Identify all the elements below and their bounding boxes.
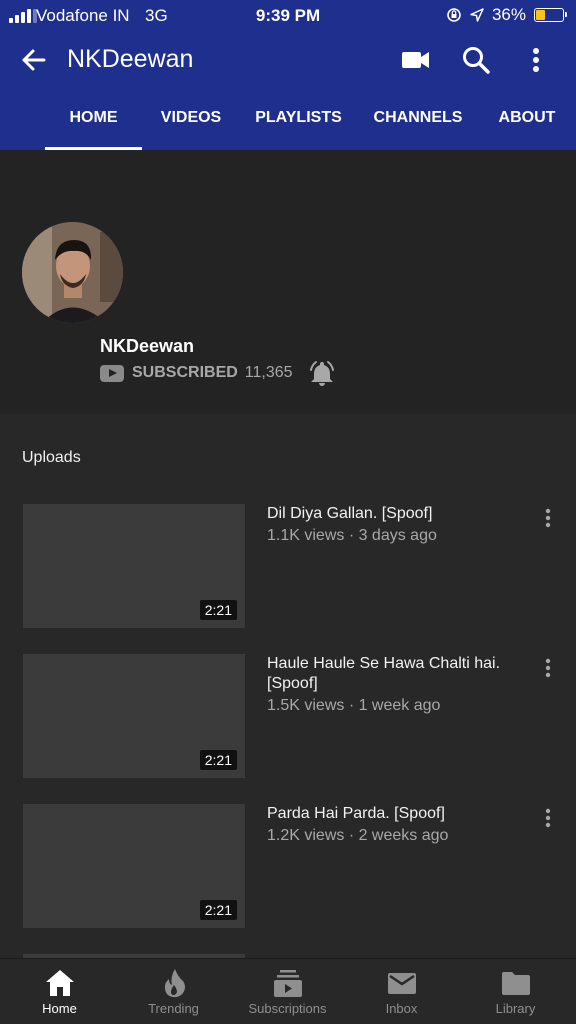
- video-thumbnail[interactable]: 2:21: [23, 804, 245, 928]
- video-title[interactable]: Haule Haule Se Hawa Chalti hai. [Spoof]: [267, 654, 517, 694]
- video-item[interactable]: 2:21 Parda Hai Parda. [Spoof] 1.2K views…: [0, 804, 576, 930]
- video-thumbnail[interactable]: 2:21: [23, 504, 245, 628]
- folder-icon: [501, 972, 530, 995]
- battery-percent: 36%: [491, 5, 526, 24]
- tab-about[interactable]: ABOUT: [488, 98, 566, 150]
- video-meta: 1.5K views · 1 week ago: [267, 697, 441, 714]
- video-title[interactable]: Dil Diya Gallan. [Spoof]: [267, 504, 517, 524]
- section-title: Uploads: [22, 449, 81, 466]
- search-icon[interactable]: [458, 42, 494, 78]
- tab-playlists[interactable]: PLAYLISTS: [247, 98, 350, 150]
- video-duration: 2:21: [199, 600, 237, 620]
- back-arrow-icon[interactable]: [18, 44, 50, 76]
- tab-home[interactable]: HOME: [45, 98, 142, 150]
- subscriber-count: 11,365: [244, 364, 293, 381]
- nav-library[interactable]: Library: [458, 959, 573, 1024]
- bottom-navigation: Home Trending Subscriptions Inbox Librar…: [0, 958, 576, 1024]
- more-vert-icon[interactable]: [536, 656, 560, 680]
- uploads-section: Uploads 2:21 Dil Diya Gallan. [Spoof] 1.…: [0, 414, 576, 958]
- video-item[interactable]: 2:21 Dil Diya Gallan. [Spoof] 1.1K views…: [0, 504, 576, 630]
- flame-icon: [164, 969, 185, 998]
- avatar[interactable]: [22, 222, 123, 323]
- video-meta: 1.2K views · 2 weeks ago: [267, 827, 449, 844]
- location-arrow-icon: [470, 8, 484, 22]
- tab-videos[interactable]: VIDEOS: [148, 98, 234, 150]
- nav-inbox[interactable]: Inbox: [344, 959, 459, 1024]
- video-item[interactable]: 2:21 Haule Haule Se Hawa Chalti hai. [Sp…: [0, 654, 576, 780]
- nav-label: Inbox: [385, 1001, 418, 1016]
- subscription-row: SUBSCRIBED 11,365: [100, 358, 337, 388]
- notification-bell-icon[interactable]: [307, 358, 337, 388]
- video-title[interactable]: Parda Hai Parda. [Spoof]: [267, 804, 517, 824]
- mail-icon: [387, 973, 416, 994]
- channel-tabs: HOME VIDEOS PLAYLISTS CHANNELS ABOUT: [0, 98, 576, 150]
- nav-label: Home: [42, 1001, 77, 1016]
- nav-label: Library: [495, 1001, 536, 1016]
- channel-name: NKDeewan: [100, 336, 195, 356]
- channel-header: NKDeewan SUBSCRIBED 11,365: [0, 150, 576, 414]
- more-vert-icon[interactable]: [518, 42, 554, 78]
- video-camera-icon[interactable]: [398, 42, 434, 78]
- video-thumbnail[interactable]: 2:21: [23, 654, 245, 778]
- video-duration: 2:21: [199, 750, 237, 770]
- video-meta: 1.1K views · 3 days ago: [267, 527, 437, 544]
- rotation-lock-icon: [447, 8, 461, 22]
- more-vert-icon[interactable]: [536, 806, 560, 830]
- nav-label: Trending: [148, 1001, 199, 1016]
- nav-subscriptions[interactable]: Subscriptions: [230, 959, 345, 1024]
- home-icon: [45, 970, 74, 996]
- nav-label: Subscriptions: [248, 1001, 327, 1016]
- video-duration: 2:21: [199, 900, 237, 920]
- app-bar: NKDeewan HOME VIDEOS PLAYLISTS CHANNELS …: [0, 32, 576, 150]
- nav-home[interactable]: Home: [2, 959, 117, 1024]
- page-title: NKDeewan: [67, 45, 194, 73]
- subscribed-button[interactable]: SUBSCRIBED: [132, 364, 238, 382]
- tab-channels[interactable]: CHANNELS: [363, 98, 473, 150]
- youtube-logo-icon: [100, 364, 124, 382]
- subscriptions-icon: [273, 970, 302, 997]
- more-vert-icon[interactable]: [536, 506, 560, 530]
- status-bar: Vodafone IN 3G 9:39 PM 36%: [0, 0, 576, 32]
- nav-trending[interactable]: Trending: [116, 959, 231, 1024]
- battery-icon: [534, 8, 567, 22]
